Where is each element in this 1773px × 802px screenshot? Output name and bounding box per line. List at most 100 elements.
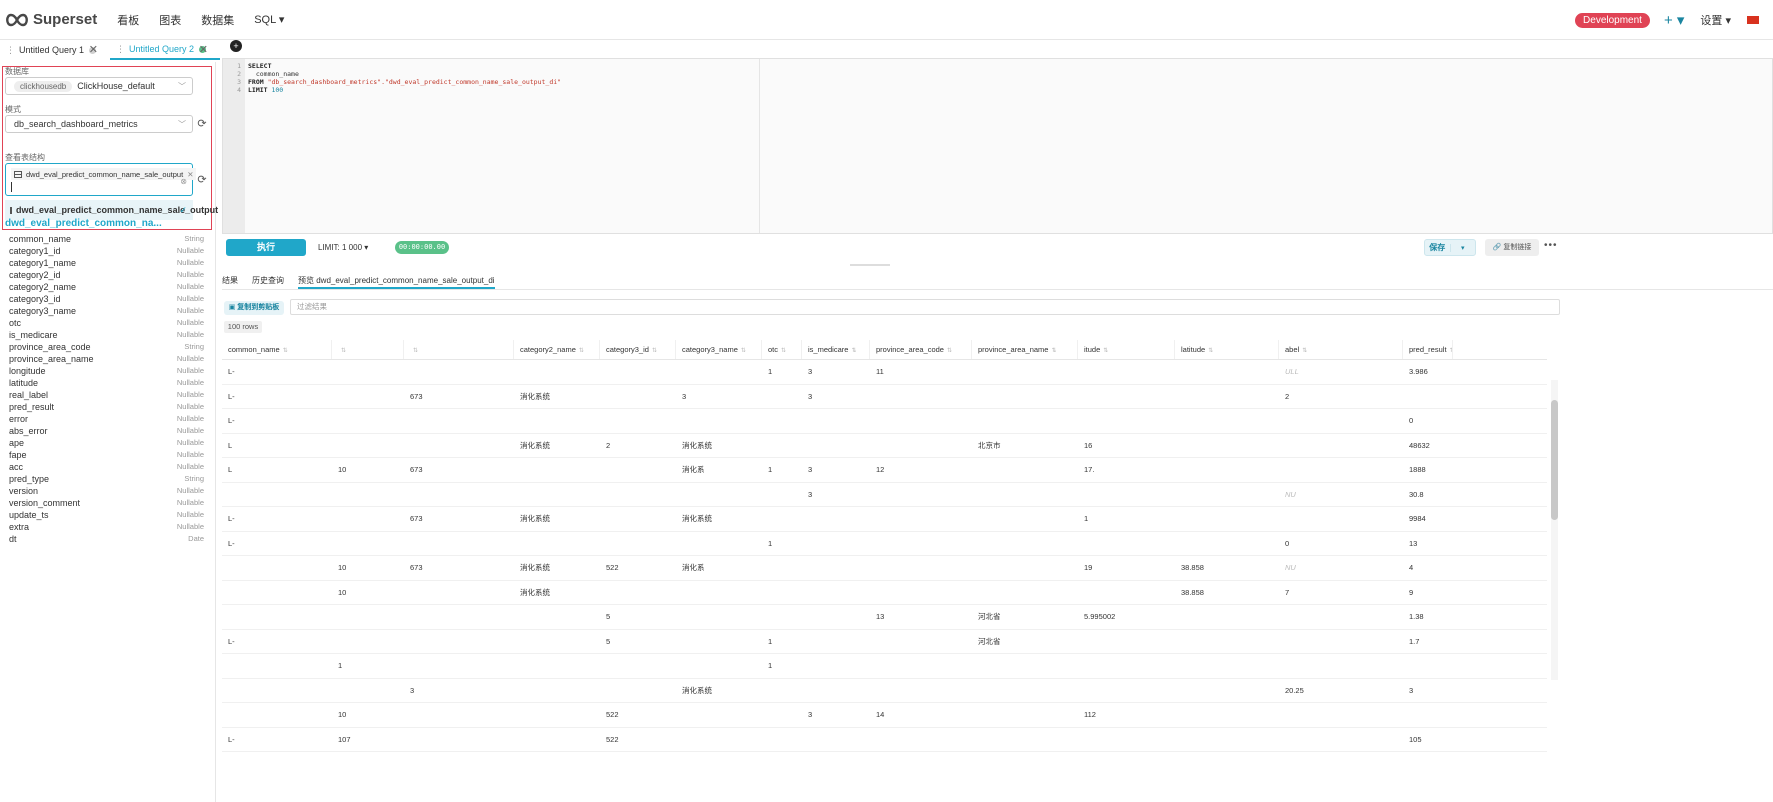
- column-item[interactable]: pred_result Nullable: [9, 402, 204, 414]
- table-cell: 2: [1285, 391, 1290, 401]
- remove-chip-icon[interactable]: ✕: [187, 170, 193, 179]
- column-name: error: [9, 414, 29, 424]
- column-header[interactable]: province_area_code ⇅: [870, 340, 972, 359]
- column-header[interactable]: is_medicare ⇅: [802, 340, 870, 359]
- column-header[interactable]: ⇅: [332, 340, 404, 359]
- nav-charts[interactable]: 图表: [159, 12, 181, 28]
- table-cell: [802, 654, 870, 678]
- table-cell: ULL: [1285, 367, 1299, 376]
- close-tab-icon[interactable]: ✕: [199, 43, 208, 56]
- column-header[interactable]: pred_result⇅: [1403, 340, 1453, 359]
- save-button[interactable]: 保存 ▾: [1424, 239, 1476, 256]
- tab-untitled-query-1[interactable]: ⋮ Untitled Query 1 ✕: [0, 40, 110, 60]
- tab-menu-icon[interactable]: ⋮: [6, 45, 15, 56]
- clear-icon[interactable]: ⊗: [180, 177, 187, 186]
- column-name: pred_type: [9, 474, 50, 484]
- tab-untitled-query-2[interactable]: ⋮ Untitled Query 2 ✕: [110, 40, 220, 60]
- clipboard-icon: ▣: [228, 304, 238, 311]
- column-header[interactable]: province_area_name ⇅: [972, 340, 1078, 359]
- column-item[interactable]: real_label Nullable: [9, 390, 204, 402]
- column-item[interactable]: dt Date: [9, 534, 204, 546]
- tab-results[interactable]: 结果: [222, 272, 238, 289]
- column-header[interactable]: latitude ⇅: [1175, 340, 1279, 359]
- column-item[interactable]: province_area_code String: [9, 342, 204, 354]
- tab-query-history[interactable]: 历史查询: [252, 272, 284, 289]
- refresh-schema-icon[interactable]: ⟳: [196, 118, 208, 130]
- language-flag-icon[interactable]: [1747, 16, 1759, 24]
- column-item[interactable]: is_medicare Nullable: [9, 330, 204, 342]
- column-header[interactable]: itude ⇅: [1078, 340, 1175, 359]
- table-cell: [514, 360, 600, 384]
- scrollbar-thumb[interactable]: [1551, 400, 1558, 520]
- table-cell: 1: [768, 636, 773, 646]
- column-header[interactable]: common_name ⇅: [222, 340, 332, 359]
- database-select[interactable]: clickhousedb ClickHouse_default ﹀: [5, 77, 193, 95]
- column-item[interactable]: latitude Nullable: [9, 378, 204, 390]
- column-item[interactable]: version Nullable: [9, 486, 204, 498]
- column-header[interactable]: category3_id ⇅: [600, 340, 676, 359]
- new-menu-button[interactable]: + ▾: [1664, 11, 1684, 29]
- table-schema-heading[interactable]: dwd_eval_predict_common_na...: [5, 218, 162, 229]
- column-item[interactable]: category1_name Nullable: [9, 258, 204, 270]
- column-item[interactable]: category3_id Nullable: [9, 294, 204, 306]
- selected-table-chip[interactable]: dwd_eval_predict_common_name_sale_output…: [11, 168, 197, 180]
- more-options-icon[interactable]: •••: [1544, 240, 1558, 251]
- column-header[interactable]: category2_name ⇅: [514, 340, 600, 359]
- tab-preview[interactable]: 预览 dwd_eval_predict_common_name_sale_out…: [298, 272, 495, 289]
- tab-menu-icon[interactable]: ⋮: [116, 44, 125, 55]
- sql-code[interactable]: SELECT common_name FROM "db_search_dashb…: [248, 62, 561, 94]
- column-header[interactable]: ⇅: [404, 340, 514, 359]
- schema-select[interactable]: db_search_dashboard_metrics ﹀: [5, 115, 193, 133]
- column-item[interactable]: category3_name Nullable: [9, 306, 204, 318]
- sort-icon: ⇅: [282, 348, 288, 354]
- filter-results-input[interactable]: 过滤结果: [290, 299, 1560, 315]
- column-item[interactable]: abs_error Nullable: [9, 426, 204, 438]
- settings-menu[interactable]: 设置 ▾: [1700, 12, 1731, 28]
- column-item[interactable]: acc Nullable: [9, 462, 204, 474]
- nav-sql-menu[interactable]: SQL ▾: [254, 13, 284, 26]
- table-cell: [802, 434, 870, 458]
- column-header[interactable]: otc ⇅: [762, 340, 802, 359]
- copy-link-button[interactable]: 🔗 复制链接: [1485, 239, 1539, 256]
- run-button[interactable]: 执行: [226, 239, 306, 256]
- table-cell: 38.858: [1181, 563, 1204, 572]
- column-item[interactable]: province_area_name Nullable: [9, 354, 204, 366]
- save-dropdown-icon[interactable]: ▾: [1449, 243, 1476, 252]
- column-item[interactable]: longitude Nullable: [9, 366, 204, 378]
- pane-resize-handle[interactable]: [850, 264, 890, 266]
- column-item[interactable]: category2_name Nullable: [9, 282, 204, 294]
- column-item[interactable]: ape Nullable: [9, 438, 204, 450]
- table-cell: [514, 532, 600, 556]
- table-cell: [222, 556, 332, 580]
- table-cell: 673: [410, 465, 423, 474]
- add-tab-icon[interactable]: +: [230, 40, 242, 52]
- column-header[interactable]: abel ⇅: [1279, 340, 1403, 359]
- column-item[interactable]: common_name String: [9, 234, 204, 246]
- column-item[interactable]: pred_type String: [9, 474, 204, 486]
- copy-link-label: 复制链接: [1503, 244, 1532, 251]
- column-item[interactable]: version_comment Nullable: [9, 498, 204, 510]
- column-item[interactable]: fape Nullable: [9, 450, 204, 462]
- close-tab-icon[interactable]: ✕: [89, 43, 98, 56]
- results-scrollbar[interactable]: [1551, 380, 1558, 680]
- table-cell: [404, 532, 514, 556]
- column-header[interactable]: category3_name ⇅: [676, 340, 762, 359]
- column-item[interactable]: category1_id Nullable: [9, 246, 204, 258]
- superset-logo[interactable]: Superset: [4, 11, 97, 28]
- column-item[interactable]: update_ts Nullable: [9, 510, 204, 522]
- table-dropdown-option[interactable]: dwd_eval_predict_common_name_sale_output…: [5, 200, 218, 220]
- sql-editor[interactable]: 1 2 3 4 SELECT common_name FROM "db_sear…: [222, 58, 1773, 234]
- nav-dashboards[interactable]: 看板: [117, 12, 139, 28]
- column-item[interactable]: extra Nullable: [9, 522, 204, 534]
- table-cell: 消化系统: [682, 440, 712, 450]
- table-cell: [1175, 532, 1279, 556]
- table-select[interactable]: dwd_eval_predict_common_name_sale_output…: [5, 163, 197, 196]
- copy-to-clipboard-button[interactable]: ▣ 复制到剪贴板: [224, 301, 284, 315]
- column-item[interactable]: otc Nullable: [9, 318, 204, 330]
- row-count-badge: 100 rows: [224, 321, 262, 333]
- column-item[interactable]: category2_id Nullable: [9, 270, 204, 282]
- limit-dropdown[interactable]: LIMIT: 1 000 ▾: [318, 243, 368, 252]
- refresh-tables-icon[interactable]: ⟳: [196, 174, 208, 186]
- column-item[interactable]: error Nullable: [9, 414, 204, 426]
- nav-datasets[interactable]: 数据集: [201, 12, 234, 28]
